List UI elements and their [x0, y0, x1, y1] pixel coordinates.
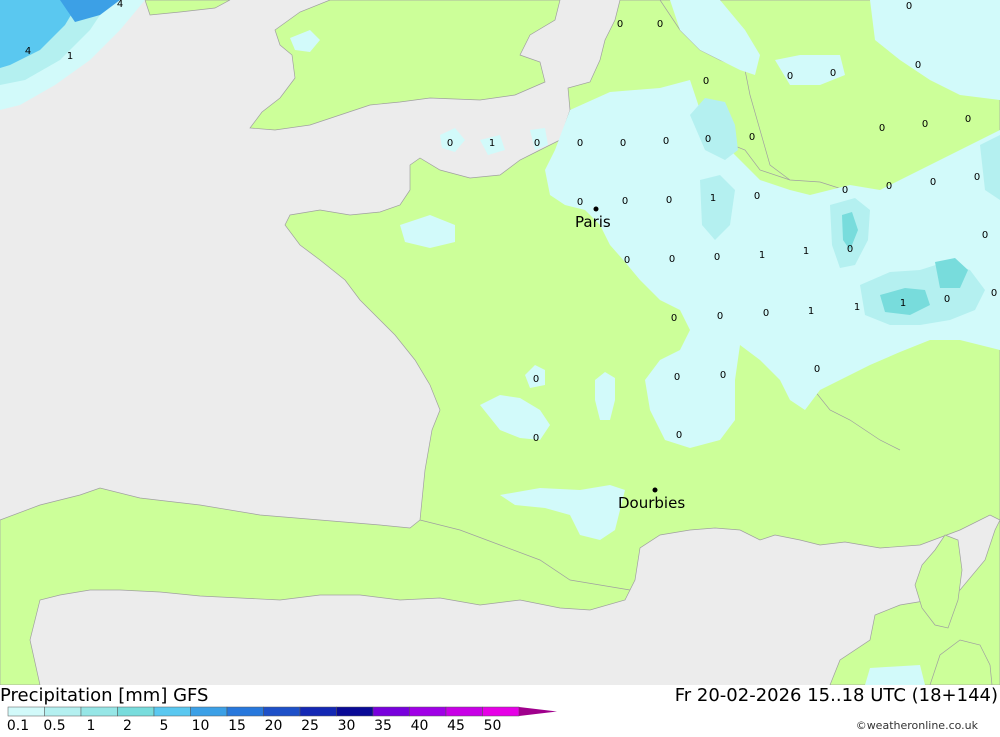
city-marker-dourbies — [652, 487, 658, 493]
legend-swatch — [482, 706, 520, 717]
legend-label: 2 — [123, 718, 132, 733]
legend-arrow — [519, 707, 557, 716]
legend-swatch — [263, 706, 301, 717]
value-label: 0 — [930, 177, 936, 188]
value-label: 0 — [620, 138, 626, 149]
footer-bar: Precipitation [mm] GFS Fr 20-02-2026 15.… — [0, 685, 1000, 734]
credit-text: ©weatheronline.co.uk — [856, 719, 979, 732]
value-label: 1 — [710, 193, 716, 204]
city-label-paris: Paris — [575, 213, 611, 231]
value-label: 1 — [808, 306, 814, 317]
value-label: 0 — [622, 196, 628, 207]
value-label: 0 — [720, 370, 726, 381]
value-label: 4 — [25, 46, 31, 57]
legend-label: 20 — [265, 718, 283, 733]
value-label: 0 — [842, 185, 848, 196]
value-label: 0 — [763, 308, 769, 319]
value-label: 0 — [922, 119, 928, 130]
value-label: 0 — [703, 76, 709, 87]
legend-label: 40 — [411, 718, 429, 733]
legend-swatch — [299, 706, 337, 717]
value-label: 1 — [854, 302, 860, 313]
value-label: 0 — [754, 191, 760, 202]
value-label: 0 — [674, 372, 680, 383]
legend-label: 30 — [338, 718, 356, 733]
value-label: 1 — [759, 250, 765, 261]
value-label: 0 — [749, 132, 755, 143]
value-label: 0 — [617, 19, 623, 30]
legend-colorbar — [7, 706, 557, 717]
value-label: 0 — [663, 136, 669, 147]
value-label: 0 — [944, 294, 950, 305]
value-label: 0 — [669, 254, 675, 265]
value-label: 0 — [965, 114, 971, 125]
legend-swatch — [190, 706, 228, 717]
value-label: 0 — [814, 364, 820, 375]
legend-label: 0.1 — [7, 718, 29, 733]
legend-swatch — [153, 706, 191, 717]
value-label: 0 — [533, 374, 539, 385]
value-label: 0 — [787, 71, 793, 82]
value-label: 0 — [974, 172, 980, 183]
value-label: 0 — [886, 181, 892, 192]
legend-label: 0.5 — [43, 718, 65, 733]
value-label: 0 — [577, 138, 583, 149]
precipitation-map: 4 4 1 0 0 0 0 0 0 0 0 1 0 0 0 0 0 0 0 0 0 0 0 0 1 0 0 0 0 0 0 0 0 1 1 0 0 0 0 0… — [0, 0, 1000, 685]
legend-label: 10 — [192, 718, 210, 733]
legend-swatch — [80, 706, 118, 717]
value-label: 0 — [657, 19, 663, 30]
value-label: 0 — [705, 134, 711, 145]
value-label: 0 — [534, 138, 540, 149]
value-label: 0 — [830, 68, 836, 79]
value-label: 0 — [533, 433, 539, 444]
value-label: 1 — [803, 246, 809, 257]
value-label: 0 — [847, 244, 853, 255]
value-label: 0 — [991, 288, 997, 299]
value-label: 0 — [577, 197, 583, 208]
value-label: 1 — [67, 51, 73, 62]
forecast-datetime: Fr 20-02-2026 15..18 UTC (18+144) — [675, 685, 998, 706]
value-label: 0 — [676, 430, 682, 441]
value-label: 0 — [624, 255, 630, 266]
value-label: 0 — [915, 60, 921, 71]
map-title: Precipitation [mm] GFS — [0, 685, 208, 706]
legend-swatch — [7, 706, 45, 717]
value-label: 0 — [666, 195, 672, 206]
legend-swatch — [445, 706, 483, 717]
footer-svg: Precipitation [mm] GFS Fr 20-02-2026 15.… — [0, 685, 998, 734]
legend-swatch — [226, 706, 264, 717]
value-label: 1 — [900, 298, 906, 309]
legend-label: 45 — [447, 718, 465, 733]
legend-label: 50 — [484, 718, 502, 733]
legend-label: 15 — [228, 718, 246, 733]
legend-swatch — [44, 706, 82, 717]
value-label: 0 — [717, 311, 723, 322]
legend-label: 25 — [301, 718, 319, 733]
legend-swatch — [372, 706, 410, 717]
legend-swatch — [117, 706, 155, 717]
legend-label: 1 — [87, 718, 96, 733]
value-label: 0 — [879, 123, 885, 134]
legend-swatch — [336, 706, 374, 717]
value-label: 1 — [489, 138, 495, 149]
city-marker-paris — [593, 206, 599, 212]
value-label: 0 — [982, 230, 988, 241]
legend-swatch — [409, 706, 447, 717]
legend-label: 5 — [160, 718, 169, 733]
value-label: 4 — [117, 0, 123, 10]
legend-label: 35 — [374, 718, 392, 733]
city-label-dourbies: Dourbies — [618, 494, 685, 512]
value-label: 0 — [447, 138, 453, 149]
legend-labels: 0.1 0.5 1 2 5 10 15 20 25 30 35 40 45 50 — [7, 718, 502, 734]
value-label: 0 — [671, 313, 677, 324]
value-label: 0 — [906, 1, 912, 12]
value-label: 0 — [714, 252, 720, 263]
